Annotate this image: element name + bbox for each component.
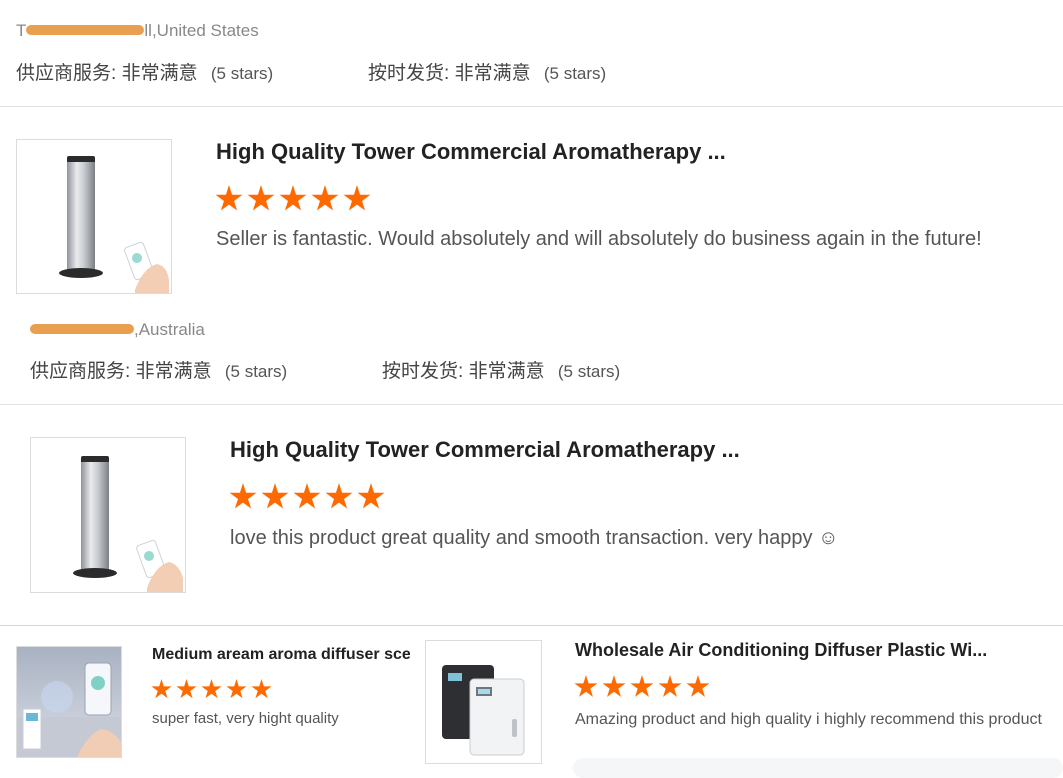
shipping-rating: 按时发货: 非常满意 (5 stars) [382, 356, 620, 383]
tower-diffuser-image [59, 156, 169, 293]
star-icon [279, 185, 307, 211]
star-icon [151, 679, 172, 699]
reviewer-location: Tll,United States [16, 21, 259, 41]
supplier-service-label: 供应商服务: [16, 63, 117, 84]
review-text: love this product great quality and smoo… [230, 527, 839, 549]
supplier-service-value: 非常满意 [121, 63, 198, 84]
star-rating [574, 675, 710, 699]
star-rating [151, 679, 272, 700]
review-text: super fast, very hight quality [152, 710, 339, 727]
shipping-value: 非常满意 [468, 361, 545, 382]
star-icon [686, 675, 710, 697]
star-icon [343, 185, 371, 211]
reviewer-name-initial: T [16, 21, 27, 40]
star-icon [311, 185, 339, 211]
review-text: Seller is fantastic. Would absolutely an… [216, 228, 982, 250]
star-icon [251, 679, 272, 699]
shipping-stars: (5 stars) [557, 362, 621, 381]
divider [0, 404, 1063, 405]
reviewer-location: ,Australia [30, 320, 205, 340]
phone-app-image [124, 241, 169, 293]
product-thumbnail[interactable] [16, 139, 172, 294]
product-thumbnail[interactable] [425, 640, 542, 764]
star-icon [176, 679, 197, 699]
supplier-service-rating: 供应商服务: 非常满意 (5 stars) [16, 58, 273, 85]
product-thumbnail[interactable] [30, 437, 186, 593]
shipping-label: 按时发货: [382, 361, 464, 382]
star-icon [325, 483, 353, 509]
product-title[interactable]: Medium aream aroma diffuser scen [152, 646, 410, 664]
supplier-service-value: 非常满意 [135, 361, 212, 382]
redacted-name [30, 323, 134, 334]
star-icon [574, 675, 598, 697]
divider [0, 625, 1063, 626]
tower-diffuser-image [73, 456, 183, 592]
divider [0, 106, 1063, 107]
card-footer-bar [573, 758, 1063, 778]
supplier-service-stars: (5 stars) [224, 362, 288, 381]
review-text: Amazing product and high quality i highl… [575, 711, 1042, 728]
star-icon [229, 483, 257, 509]
star-rating [229, 483, 385, 511]
star-icon [201, 679, 222, 699]
star-icon [226, 679, 247, 699]
product-title[interactable]: High Quality Tower Commercial Aromathera… [230, 437, 740, 463]
product-title[interactable]: High Quality Tower Commercial Aromathera… [216, 139, 726, 165]
product-thumbnail[interactable] [16, 646, 122, 758]
star-icon [293, 483, 321, 509]
supplier-service-rating: 供应商服务: 非常满意 (5 stars) [30, 356, 287, 383]
star-icon [357, 483, 385, 509]
room-diffuser-image [17, 647, 121, 757]
phone-app-image [136, 539, 183, 592]
shipping-stars: (5 stars) [543, 64, 607, 83]
star-icon [658, 675, 682, 697]
star-icon [215, 185, 243, 211]
star-icon [247, 185, 275, 211]
air-diffuser-units-image [442, 665, 525, 756]
star-icon [602, 675, 626, 697]
shipping-value: 非常满意 [454, 63, 531, 84]
redacted-name [26, 24, 145, 35]
star-rating [215, 185, 371, 213]
star-icon [261, 483, 289, 509]
product-title[interactable]: Wholesale Air Conditioning Diffuser Plas… [575, 640, 987, 661]
star-icon [630, 675, 654, 697]
supplier-service-stars: (5 stars) [210, 64, 274, 83]
shipping-rating: 按时发货: 非常满意 (5 stars) [368, 58, 606, 85]
shipping-label: 按时发货: [368, 63, 450, 84]
reviewer-country: ,Australia [134, 320, 205, 339]
reviewer-country: ll,United States [144, 21, 259, 40]
supplier-service-label: 供应商服务: [30, 361, 131, 382]
